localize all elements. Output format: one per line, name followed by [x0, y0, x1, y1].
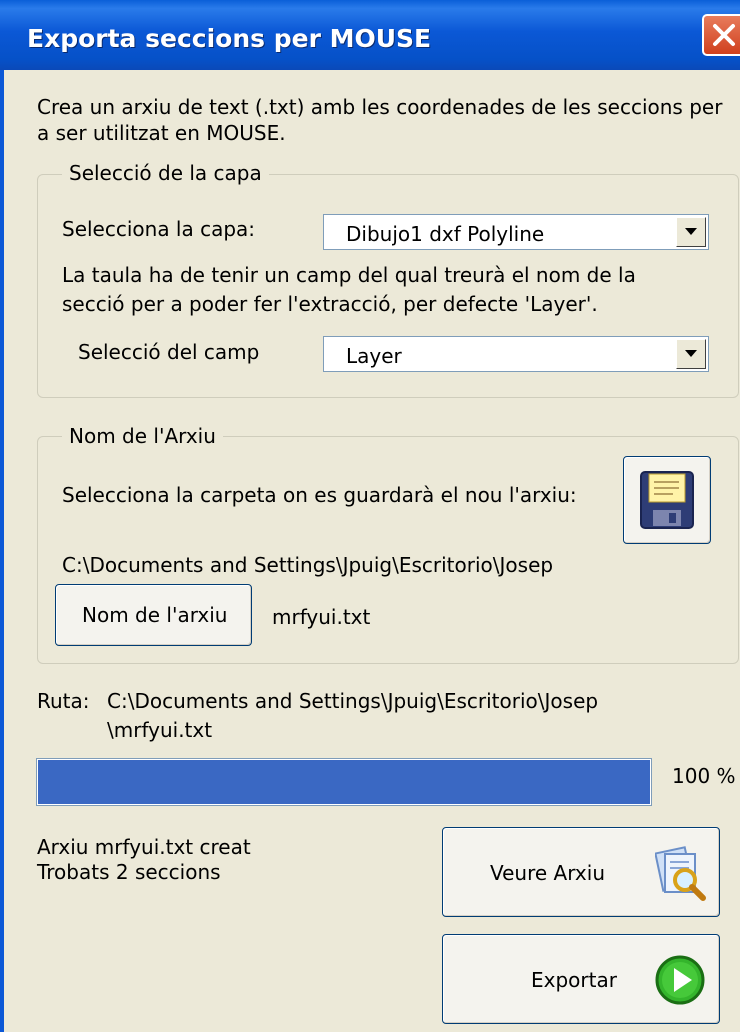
file-name-value: mrfyui.txt — [272, 605, 371, 629]
export-button-label: Exportar — [531, 968, 617, 992]
route-line-1: C:\Documents and Settings\Jpuig\Escritor… — [107, 689, 599, 713]
field-note-line-2: secció per a poder fer l'extracció, per … — [62, 292, 598, 316]
select-layer-label: Selecciona la capa: — [62, 217, 256, 241]
export-button[interactable]: Exportar — [442, 934, 720, 1024]
field-dropdown-value: Layer — [346, 344, 402, 368]
layer-group-legend: Selecció de la capa — [62, 161, 269, 185]
progress-fill — [38, 760, 650, 804]
file-name-button-label: Nom de l'arxiu — [82, 603, 228, 627]
floppy-disk-icon — [640, 471, 694, 529]
folder-select-label: Selecciona la carpeta on es guardarà el … — [62, 483, 577, 507]
progress-bar — [36, 758, 652, 806]
close-icon — [713, 24, 735, 46]
route-line-2: \mrfyui.txt — [107, 718, 213, 742]
close-button[interactable] — [702, 14, 740, 56]
status-line-1: Arxiu mrfyui.txt creat — [37, 835, 251, 859]
dropdown-arrow-icon[interactable] — [676, 339, 706, 369]
layer-dropdown-value: Dibujo1 dxf Polyline — [346, 222, 545, 246]
field-dropdown[interactable]: Layer — [323, 336, 709, 372]
progress-percent: 100 % — [672, 764, 736, 788]
folder-path: C:\Documents and Settings\Jpuig\Escritor… — [62, 553, 554, 577]
description-line-1: Crea un arxiu de text (.txt) amb les coo… — [37, 95, 723, 119]
field-selection-label: Selecció del camp — [78, 340, 260, 364]
file-name-button[interactable]: Nom de l'arxiu — [55, 584, 252, 646]
field-note-line-1: La taula ha de tenir un camp del qual tr… — [62, 263, 636, 287]
dropdown-arrow-icon[interactable] — [676, 217, 706, 247]
route-label: Ruta: — [37, 689, 90, 713]
window-border — [0, 70, 4, 1032]
view-file-button[interactable]: Veure Arxiu — [442, 827, 720, 917]
title-bar[interactable]: Exporta seccions per MOUSE — [0, 0, 740, 70]
export-dialog: Exporta seccions per MOUSE Crea un arxiu… — [0, 0, 740, 1032]
green-play-icon — [655, 955, 705, 1005]
layer-dropdown[interactable]: Dibujo1 dxf Polyline — [323, 214, 709, 250]
description-line-2: a ser utilitzat en MOUSE. — [37, 121, 286, 145]
file-group-legend: Nom de l'Arxiu — [62, 424, 223, 448]
view-file-button-label: Veure Arxiu — [490, 861, 605, 885]
window-title: Exporta seccions per MOUSE — [27, 24, 432, 53]
status-line-2: Trobats 2 seccions — [37, 860, 221, 884]
choose-folder-button[interactable] — [623, 456, 711, 544]
document-magnifier-icon — [655, 846, 706, 901]
